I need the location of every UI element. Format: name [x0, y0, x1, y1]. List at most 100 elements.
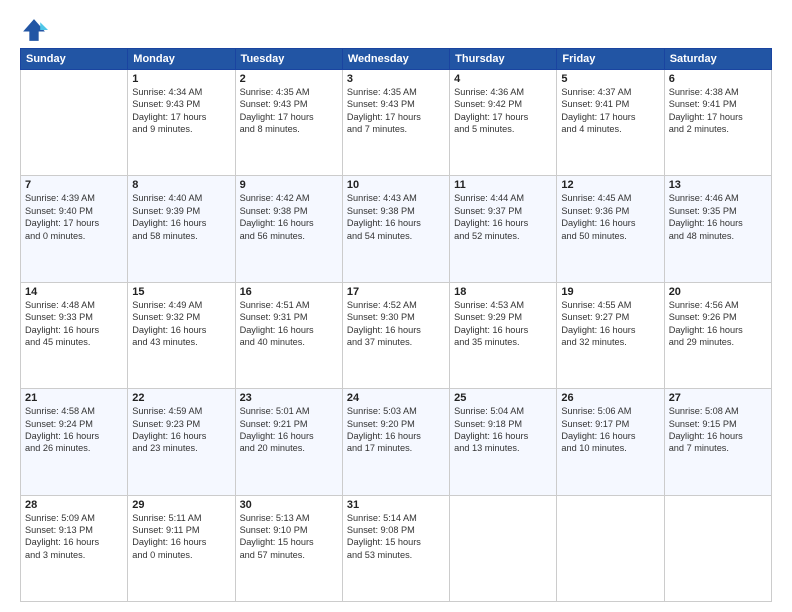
cell-line: and 4 minutes. — [561, 123, 659, 135]
cell-line: Daylight: 16 hours — [25, 324, 123, 336]
page: SundayMondayTuesdayWednesdayThursdayFrid… — [0, 0, 792, 612]
day-number: 19 — [561, 286, 659, 298]
cell-line: Sunrise: 4:35 AM — [240, 86, 338, 98]
cell-content: Sunrise: 5:09 AMSunset: 9:13 PMDaylight:… — [25, 512, 123, 562]
day-number: 5 — [561, 73, 659, 85]
cell-line: Sunset: 9:15 PM — [669, 418, 767, 430]
cell-line: Daylight: 17 hours — [25, 217, 123, 229]
cell-line: Sunset: 9:38 PM — [240, 205, 338, 217]
cell-line: and 20 minutes. — [240, 442, 338, 454]
calendar-table: SundayMondayTuesdayWednesdayThursdayFrid… — [20, 48, 772, 602]
cell-line: Daylight: 17 hours — [454, 111, 552, 123]
day-number: 29 — [132, 499, 230, 511]
calendar-cell — [664, 495, 771, 601]
cell-content: Sunrise: 4:43 AMSunset: 9:38 PMDaylight:… — [347, 192, 445, 242]
header — [20, 16, 772, 44]
cell-content: Sunrise: 4:42 AMSunset: 9:38 PMDaylight:… — [240, 192, 338, 242]
day-number: 21 — [25, 392, 123, 404]
cell-line: Daylight: 16 hours — [347, 430, 445, 442]
cell-line: Sunrise: 4:36 AM — [454, 86, 552, 98]
calendar-cell: 1Sunrise: 4:34 AMSunset: 9:43 PMDaylight… — [128, 70, 235, 176]
cell-line: Daylight: 16 hours — [240, 217, 338, 229]
cell-line: Sunrise: 4:53 AM — [454, 299, 552, 311]
cell-content: Sunrise: 4:44 AMSunset: 9:37 PMDaylight:… — [454, 192, 552, 242]
cell-line: Daylight: 15 hours — [347, 536, 445, 548]
calendar-cell — [21, 70, 128, 176]
logo — [20, 16, 52, 44]
cell-content: Sunrise: 4:38 AMSunset: 9:41 PMDaylight:… — [669, 86, 767, 136]
cell-line: Sunset: 9:36 PM — [561, 205, 659, 217]
cell-content: Sunrise: 5:06 AMSunset: 9:17 PMDaylight:… — [561, 405, 659, 455]
cell-line: and 35 minutes. — [454, 336, 552, 348]
day-number: 27 — [669, 392, 767, 404]
cell-line: Daylight: 17 hours — [669, 111, 767, 123]
cell-line: and 56 minutes. — [240, 230, 338, 242]
cell-line: and 40 minutes. — [240, 336, 338, 348]
day-number: 4 — [454, 73, 552, 85]
cell-content: Sunrise: 4:39 AMSunset: 9:40 PMDaylight:… — [25, 192, 123, 242]
calendar-cell: 15Sunrise: 4:49 AMSunset: 9:32 PMDayligh… — [128, 282, 235, 388]
cell-line: Sunset: 9:17 PM — [561, 418, 659, 430]
day-number: 26 — [561, 392, 659, 404]
column-header-tuesday: Tuesday — [235, 49, 342, 70]
week-row-4: 21Sunrise: 4:58 AMSunset: 9:24 PMDayligh… — [21, 389, 772, 495]
cell-line: and 23 minutes. — [132, 442, 230, 454]
cell-line: and 9 minutes. — [132, 123, 230, 135]
column-header-thursday: Thursday — [450, 49, 557, 70]
cell-line: Daylight: 17 hours — [132, 111, 230, 123]
cell-line: Sunrise: 4:43 AM — [347, 192, 445, 204]
cell-line: and 5 minutes. — [454, 123, 552, 135]
cell-line: Sunset: 9:43 PM — [347, 98, 445, 110]
cell-line: Daylight: 15 hours — [240, 536, 338, 548]
cell-line: Sunrise: 4:58 AM — [25, 405, 123, 417]
day-number: 28 — [25, 499, 123, 511]
calendar-cell: 17Sunrise: 4:52 AMSunset: 9:30 PMDayligh… — [342, 282, 449, 388]
day-number: 30 — [240, 499, 338, 511]
cell-line: Sunset: 9:38 PM — [347, 205, 445, 217]
cell-content: Sunrise: 4:51 AMSunset: 9:31 PMDaylight:… — [240, 299, 338, 349]
cell-line: and 7 minutes. — [347, 123, 445, 135]
day-number: 6 — [669, 73, 767, 85]
cell-line: Daylight: 16 hours — [669, 217, 767, 229]
day-number: 9 — [240, 179, 338, 191]
cell-content: Sunrise: 5:01 AMSunset: 9:21 PMDaylight:… — [240, 405, 338, 455]
calendar-cell: 9Sunrise: 4:42 AMSunset: 9:38 PMDaylight… — [235, 176, 342, 282]
calendar-cell — [557, 495, 664, 601]
cell-line: Sunrise: 4:48 AM — [25, 299, 123, 311]
cell-line: Sunset: 9:08 PM — [347, 524, 445, 536]
calendar-cell: 8Sunrise: 4:40 AMSunset: 9:39 PMDaylight… — [128, 176, 235, 282]
cell-line: and 57 minutes. — [240, 549, 338, 561]
cell-line: Daylight: 16 hours — [454, 430, 552, 442]
cell-line: Sunrise: 5:06 AM — [561, 405, 659, 417]
cell-line: and 0 minutes. — [132, 549, 230, 561]
day-number: 23 — [240, 392, 338, 404]
calendar-cell: 6Sunrise: 4:38 AMSunset: 9:41 PMDaylight… — [664, 70, 771, 176]
cell-content: Sunrise: 4:59 AMSunset: 9:23 PMDaylight:… — [132, 405, 230, 455]
cell-content: Sunrise: 4:48 AMSunset: 9:33 PMDaylight:… — [25, 299, 123, 349]
cell-content: Sunrise: 4:40 AMSunset: 9:39 PMDaylight:… — [132, 192, 230, 242]
day-number: 24 — [347, 392, 445, 404]
cell-line: Sunset: 9:32 PM — [132, 311, 230, 323]
cell-line: Daylight: 16 hours — [132, 324, 230, 336]
cell-line: Sunset: 9:35 PM — [669, 205, 767, 217]
column-header-wednesday: Wednesday — [342, 49, 449, 70]
day-number: 25 — [454, 392, 552, 404]
calendar-cell: 27Sunrise: 5:08 AMSunset: 9:15 PMDayligh… — [664, 389, 771, 495]
calendar-cell: 2Sunrise: 4:35 AMSunset: 9:43 PMDaylight… — [235, 70, 342, 176]
cell-line: and 48 minutes. — [669, 230, 767, 242]
cell-line: Sunrise: 5:13 AM — [240, 512, 338, 524]
day-number: 22 — [132, 392, 230, 404]
column-header-friday: Friday — [557, 49, 664, 70]
cell-line: Sunset: 9:31 PM — [240, 311, 338, 323]
cell-line: Sunrise: 4:42 AM — [240, 192, 338, 204]
cell-line: Sunrise: 4:46 AM — [669, 192, 767, 204]
cell-line: and 10 minutes. — [561, 442, 659, 454]
calendar-cell: 14Sunrise: 4:48 AMSunset: 9:33 PMDayligh… — [21, 282, 128, 388]
day-number: 10 — [347, 179, 445, 191]
cell-line: Sunrise: 4:45 AM — [561, 192, 659, 204]
day-number: 8 — [132, 179, 230, 191]
cell-line: Sunset: 9:39 PM — [132, 205, 230, 217]
cell-line: Sunrise: 4:34 AM — [132, 86, 230, 98]
cell-line: Daylight: 16 hours — [347, 324, 445, 336]
day-number: 12 — [561, 179, 659, 191]
